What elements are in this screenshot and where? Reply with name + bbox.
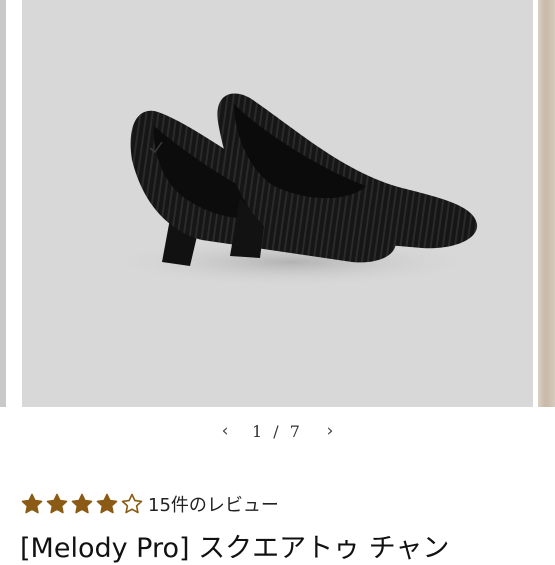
chevron-left-icon[interactable]: ‹ (212, 418, 238, 444)
star-rating (20, 492, 144, 516)
star-empty-icon (121, 493, 143, 514)
star-filled-icon (21, 493, 43, 514)
image-counter: 1 / 7 (252, 422, 303, 441)
total-image-count: 7 (289, 421, 303, 441)
product-rating[interactable]: 15件のレビュー (20, 490, 279, 518)
current-image-index: 1 (252, 421, 266, 441)
previous-image-peek (0, 0, 6, 407)
chevron-right-icon[interactable]: › (317, 418, 343, 444)
product-image-gallery[interactable] (22, 0, 533, 407)
next-image-peek (538, 0, 555, 407)
star-filled-icon (46, 493, 68, 514)
counter-separator: / (273, 421, 282, 441)
star-filled-icon (96, 493, 118, 514)
product-title: [Melody Pro] スクエアトゥ チャン (20, 533, 450, 564)
image-pager: ‹ 1 / 7 › (0, 418, 555, 444)
review-count-link[interactable]: 15件のレビュー (148, 491, 279, 517)
star-filled-icon (71, 493, 93, 514)
product-image (102, 93, 482, 288)
